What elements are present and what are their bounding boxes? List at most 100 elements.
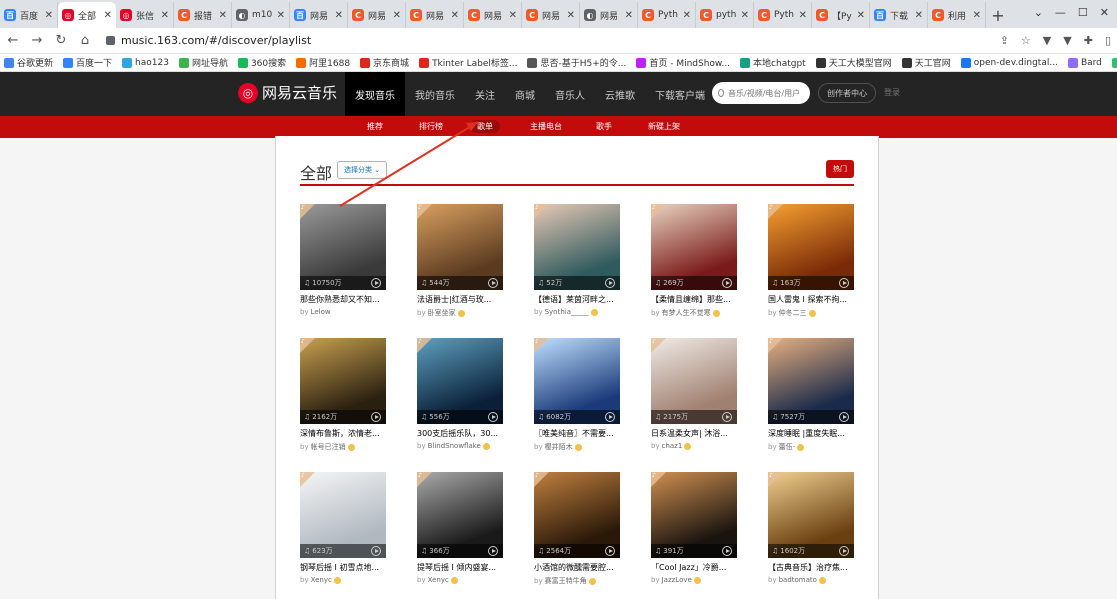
playlist-name[interactable]: 深情布鲁斯，浓情老... — [300, 428, 386, 439]
playlist-name[interactable]: 提琴后摇 I 倾内盛宴... — [417, 562, 503, 573]
subnav-item[interactable]: 歌手 — [589, 120, 619, 133]
playlist-name[interactable]: 「Cool Jazz」冷爵... — [651, 562, 737, 573]
play-icon[interactable] — [722, 278, 732, 288]
browser-tab[interactable]: 百百度 ✕ — [0, 2, 58, 28]
play-icon[interactable] — [605, 412, 615, 422]
browser-tab[interactable]: 百网易 ✕ — [290, 2, 348, 28]
login-link[interactable]: 登录 — [884, 87, 900, 98]
play-icon[interactable] — [839, 278, 849, 288]
playlist-author[interactable]: 有梦人生不觉寒 — [662, 308, 711, 318]
tab-close-icon[interactable]: ✕ — [625, 10, 633, 21]
bookmark-item[interactable]: 百度一下 — [63, 56, 112, 69]
bookmark-item[interactable]: open-dev.dingtal... — [960, 57, 1058, 68]
minimize-icon[interactable]: — — [1055, 6, 1066, 19]
nav-item[interactable]: 云推歌 — [595, 72, 645, 116]
playlist-author[interactable]: 樱井陌木 — [545, 442, 573, 452]
bookmark-item[interactable]: 网址导航 — [178, 56, 228, 69]
play-icon[interactable] — [722, 546, 732, 556]
bookmark-star-icon[interactable]: ☆ — [1021, 34, 1031, 47]
browser-tab[interactable]: C 网易 ✕ — [522, 2, 580, 28]
bookmark-item[interactable]: 360搜索 — [237, 56, 286, 69]
tab-close-icon[interactable]: ✕ — [451, 10, 459, 21]
select-category-button[interactable]: 选择分类 ⌄ — [337, 161, 388, 179]
browser-tab[interactable]: C Pyth ✕ — [638, 2, 696, 28]
tab-close-icon[interactable]: ✕ — [277, 10, 285, 21]
play-icon[interactable] — [605, 546, 615, 556]
filter-icon[interactable]: ▼ — [1063, 34, 1071, 47]
playlist-author[interactable]: JazzLove — [662, 576, 692, 584]
tab-close-icon[interactable]: ✕ — [799, 10, 807, 21]
play-icon[interactable] — [605, 278, 615, 288]
tab-close-icon[interactable]: ✕ — [104, 10, 112, 21]
playlist-name[interactable]: 深度睡眠 |重度失眠... — [768, 428, 854, 439]
playlist-cover[interactable]: ♪ ♫ 10750万 — [300, 204, 386, 290]
play-icon[interactable] — [371, 412, 381, 422]
browser-tab[interactable]: ◎ 张信 ✕ — [116, 2, 174, 28]
playlist-author[interactable]: 卧室坐家 — [428, 308, 456, 318]
browser-tab[interactable]: ◎ 全部 ✕ — [58, 2, 116, 28]
playlist-author[interactable]: Synthia_____ — [545, 308, 589, 316]
playlist-cover[interactable]: ♪ ♫ 163万 — [768, 204, 854, 290]
playlist-name[interactable]: 〖唯美纯音〗不需要... — [534, 428, 620, 439]
bookmark-item[interactable]: hao123 — [122, 57, 169, 68]
playlist-cover[interactable]: ♪ ♫ 2175万 — [651, 338, 737, 424]
tab-close-icon[interactable]: ✕ — [45, 10, 53, 21]
browser-tab[interactable]: ◐ m10 ✕ — [232, 2, 290, 28]
playlist-cover[interactable]: ♪ ♫ 556万 — [417, 338, 503, 424]
tab-close-icon[interactable]: ✕ — [567, 10, 575, 21]
play-icon[interactable] — [488, 412, 498, 422]
browser-tab[interactable]: C 利用 ✕ — [928, 2, 986, 28]
playlist-author[interactable]: Xenyc — [311, 576, 332, 584]
playlist-cover[interactable]: ♪ ♫ 6082万 — [534, 338, 620, 424]
nav-item[interactable]: 发现音乐 — [345, 72, 405, 116]
playlist-cover[interactable]: ♪ ♫ 1602万 — [768, 472, 854, 558]
playlist-cover[interactable]: ♪ ♫ 391万 — [651, 472, 737, 558]
forward-icon[interactable]: → — [30, 33, 44, 48]
playlist-name[interactable]: 【古典音乐】治疗焦... — [768, 562, 854, 573]
home-icon[interactable]: ⌂ — [78, 33, 92, 48]
new-tab-button[interactable]: + — [986, 2, 1010, 28]
playlist-cover[interactable]: ♪ ♫ 2564万 — [534, 472, 620, 558]
play-icon[interactable] — [722, 412, 732, 422]
search-input[interactable] — [728, 88, 804, 98]
bookmark-item[interactable]: 首页 - MindShow... — [636, 56, 730, 69]
bookmark-item[interactable]: 本地chatgpt — [740, 56, 806, 69]
close-window-icon[interactable]: ✕ — [1100, 6, 1109, 19]
playlist-name[interactable]: 小酒馆的微醺需要腔... — [534, 562, 620, 573]
browser-tab[interactable]: C 网易 ✕ — [406, 2, 464, 28]
tab-close-icon[interactable]: ✕ — [683, 10, 691, 21]
bookmark-item[interactable]: 阿里1688 — [296, 56, 350, 69]
playlist-cover[interactable]: ♪ ♫ 269万 — [651, 204, 737, 290]
playlist-author[interactable]: 帐号已注销 — [311, 442, 346, 452]
playlist-name[interactable]: 法语爵士|红酒与玫... — [417, 294, 503, 305]
playlist-name[interactable]: 那些你熟悉却又不知... — [300, 294, 386, 305]
play-icon[interactable] — [488, 546, 498, 556]
url-field[interactable]: music.163.com/#/discover/playlist — [102, 34, 990, 47]
browser-tab[interactable]: C 网易 ✕ — [348, 2, 406, 28]
nav-item[interactable]: 我的音乐 — [405, 72, 465, 116]
reload-icon[interactable]: ↻ — [54, 33, 68, 48]
tab-close-icon[interactable]: ✕ — [335, 10, 343, 21]
browser-tab[interactable]: 百下载 ✕ — [870, 2, 928, 28]
playlist-author[interactable]: badtomato — [779, 576, 817, 584]
subnav-item[interactable]: 新碟上架 — [641, 120, 687, 133]
bookmark-item[interactable]: 天工大模型官网 — [815, 56, 892, 69]
nav-item[interactable]: 商城 — [505, 72, 545, 116]
playlist-cover[interactable]: ♪ ♫ 623万 — [300, 472, 386, 558]
playlist-cover[interactable]: ♪ ♫ 2162万 — [300, 338, 386, 424]
nav-item[interactable]: 下载客户端 — [645, 72, 715, 116]
maximize-icon[interactable]: ☐ — [1078, 6, 1088, 19]
playlist-cover[interactable]: ♪ ♫ 52万 — [534, 204, 620, 290]
play-icon[interactable] — [839, 546, 849, 556]
playlist-author[interactable]: BlindSnowflake — [428, 442, 481, 450]
playlist-cover[interactable]: ♪ ♫ 7527万 — [768, 338, 854, 424]
bookmark-item[interactable]: 天工官网 — [901, 56, 951, 69]
nav-item[interactable]: 关注 — [465, 72, 505, 116]
playlist-name[interactable]: 【柔情且缠绵】那些... — [651, 294, 737, 305]
playlist-cover[interactable]: ♪ ♫ 366万 — [417, 472, 503, 558]
playlist-author[interactable]: 仲冬二三 — [779, 308, 807, 318]
playlist-author[interactable]: Xenyc — [428, 576, 449, 584]
browser-tab[interactable]: C Pyth ✕ — [754, 2, 812, 28]
playlist-author[interactable]: Lelow — [311, 308, 331, 316]
bookmark-item[interactable]: 京东商城 — [360, 56, 409, 69]
